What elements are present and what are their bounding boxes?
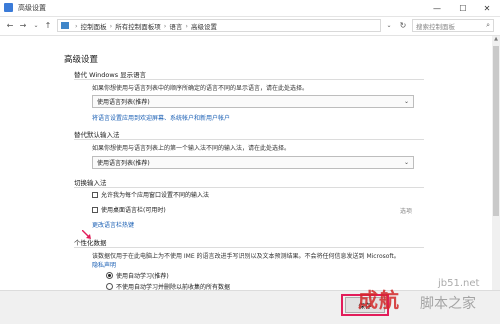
desktop-language-bar-checkbox[interactable] [92,206,98,213]
no-auto-learning-label: 不使用自动学习并删除以前收集的所有数据 [116,284,231,290]
display-language-select[interactable]: 使用语言列表(推荐) ⌄ [92,95,414,108]
breadcrumb[interactable]: › 控制面板 › 所有控制面板项 › 语言 › 高级设置 [57,19,381,32]
close-button[interactable]: ✕ [474,0,500,16]
per-app-input-label: 允许我为每个应用窗口设置不同的输入法 [101,192,210,199]
address-dropdown-icon[interactable]: ⌄ [383,19,395,32]
chevron-down-icon: ⌄ [403,98,409,105]
divider [74,247,424,248]
divider [74,139,424,140]
divider [74,79,424,80]
watermark-site-name: 脚本之家 [420,296,476,312]
no-auto-learning-radio[interactable] [106,283,113,290]
annotation-arrow-icon [82,230,91,239]
auto-learning-radio[interactable] [106,272,113,279]
up-arrow-icon[interactable]: ↑ [42,18,54,33]
auto-learning-label: 使用自动学习(推荐) [116,273,169,280]
recent-dropdown-icon[interactable]: ⌄ [30,18,42,33]
app-icon [4,3,13,12]
crumb-separator: › [109,21,113,30]
refresh-icon[interactable]: ↻ [397,19,409,32]
language-bar-options-link[interactable]: 选项 [400,206,412,215]
per-app-input-checkbox-row[interactable]: 允许我为每个应用窗口设置不同的输入法 [92,190,209,199]
crumb-advanced-settings[interactable]: 高级设置 [191,21,217,31]
scrollbar-thumb[interactable] [493,46,499,216]
control-panel-icon [61,22,69,29]
desktop-language-bar-checkbox-row[interactable]: 使用桌面语言栏(可用时) [92,205,166,214]
watermark-line1: 成航 [358,288,400,312]
privacy-statement-link[interactable]: 隐私声明 [92,260,116,269]
minimize-button[interactable]: — [424,0,450,16]
crumb-separator: › [185,21,188,30]
watermark-logo: 成航 [358,284,400,313]
change-hotkeys-link[interactable]: 更改语言栏热键 [92,220,134,229]
main-content: 高级设置 替代 Windows 显示语言 如果你想使用与语言列表中的顺序所确定的… [0,36,500,290]
watermark-url: jb51.net [438,278,480,289]
back-arrow-icon[interactable]: ← [4,18,16,33]
page-title: 高级设置 [64,55,99,65]
default-input-header: 替代默认输入法 [74,131,120,139]
search-input[interactable]: 搜索控制面板 ⌕ [412,19,494,32]
personalization-description: 该数据仅用于在此电脑上为不使用 IME 的语言改进手写识别以及文本预测结果。不会… [92,253,400,260]
per-app-input-checkbox[interactable] [92,191,98,198]
default-input-select[interactable]: 使用语言列表(推荐) ⌄ [92,156,414,169]
display-language-description: 如果你想使用与语言列表中的顺序所确定的语言不同的显示语言，请在此处选择。 [92,85,309,92]
search-icon: ⌕ [486,21,490,29]
crumb-separator: › [163,21,167,30]
scroll-up-icon[interactable]: ▲ [492,36,500,44]
crumb-language[interactable]: 语言 [169,21,182,31]
apply-language-settings-link[interactable]: 将语言设置应用到欢迎屏幕、系统帐户和新用户帐户 [92,113,230,122]
forward-arrow-icon[interactable]: → [17,18,29,33]
crumb-all-items[interactable]: 所有控制面板项 [115,21,161,31]
auto-learning-radio-row[interactable]: 使用自动学习(推荐) [106,271,169,280]
vertical-scrollbar[interactable]: ▲ [492,36,500,290]
switch-input-header: 切换输入法 [74,179,107,187]
title-bar: 高级设置 — ☐ ✕ [0,0,500,17]
chevron-down-icon: ⌄ [403,159,409,166]
crumb-control-panel[interactable]: 控制面板 [81,21,107,31]
desktop-language-bar-label: 使用桌面语言栏(可用时) [101,207,166,214]
search-placeholder: 搜索控制面板 [416,22,455,31]
crumb-separator: › [75,21,78,30]
window-title: 高级设置 [18,4,46,12]
default-input-selected: 使用语言列表(推荐) [97,160,150,167]
maximize-button[interactable]: ☐ [450,0,476,16]
address-bar: ← → ⌄ ↑ › 控制面板 › 所有控制面板项 › 语言 › 高级设置 ⌄ ↻… [0,17,500,36]
default-input-description: 如果你想使用与语言列表上的第一个输入法不同的输入法，请在此处选择。 [92,145,291,152]
display-language-selected: 使用语言列表(推荐) [97,99,150,106]
display-language-header: 替代 Windows 显示语言 [74,71,147,79]
divider [74,187,424,188]
no-auto-learning-radio-row[interactable]: 不使用自动学习并删除以前收集的所有数据 [106,282,230,290]
